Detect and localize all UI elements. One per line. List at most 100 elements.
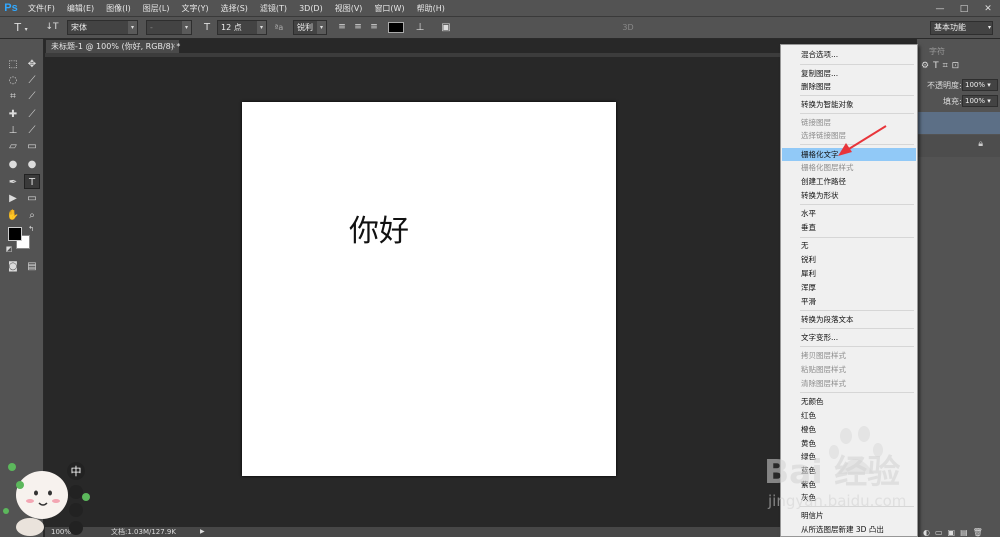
status-menu-arrow-icon[interactable]: ▶ xyxy=(200,527,205,537)
rectangle-tool-icon[interactable]: ▭ xyxy=(24,191,40,206)
menu-item-color-yellow[interactable]: 黄色 xyxy=(782,437,916,450)
marquee-tool-icon[interactable]: ⬚ xyxy=(5,57,21,72)
menu-item-warp-text[interactable]: 文字变形... xyxy=(782,331,916,344)
menu-view[interactable]: 视图(V) xyxy=(329,3,369,14)
eraser-tool-icon[interactable]: ▱ xyxy=(5,139,21,154)
menu-item-convert-paragraph-text[interactable]: 转换为段落文本 xyxy=(782,313,916,326)
brush-tool-icon[interactable]: ⟋ xyxy=(24,107,40,122)
menu-filter[interactable]: 滤镜(T) xyxy=(254,3,293,14)
type-tool-preset-icon[interactable]: T ▾ xyxy=(8,20,34,35)
quick-mask-icon[interactable]: ◙ xyxy=(5,259,21,274)
hand-tool-icon[interactable]: ✋ xyxy=(5,208,21,223)
layer-row-text[interactable] xyxy=(917,112,1000,134)
align-right-icon[interactable]: ≡ xyxy=(367,20,381,35)
dodge-tool-icon[interactable]: ● xyxy=(24,157,40,172)
quick-select-tool-icon[interactable]: ⟋ xyxy=(24,73,40,88)
menu-item-convert-to-shape[interactable]: 转换为形状 xyxy=(782,189,916,202)
menu-item-aa-sharp[interactable]: 锐利 xyxy=(782,253,916,266)
menu-item-color-gray[interactable]: 灰色 xyxy=(782,491,916,504)
layer-actions-icons[interactable]: ◐▭▣▤🗑︎ xyxy=(923,528,988,537)
pen-tool-icon[interactable]: ✒ xyxy=(5,175,21,190)
menu-item-vertical[interactable]: 垂直 xyxy=(782,221,916,234)
maximize-button[interactable]: □ xyxy=(952,0,976,17)
canvas-text-layer[interactable]: 你好 xyxy=(349,206,409,250)
document-tab[interactable]: 未标题-1 @ 100% (你好, RGB/8) * × xyxy=(45,39,180,53)
menu-item-new-3d-extrusion[interactable]: 从所选图层新建 3D 凸出 xyxy=(782,523,916,536)
close-window-button[interactable]: ✕ xyxy=(976,0,1000,17)
menu-separator xyxy=(800,237,914,238)
menu-item-aa-none[interactable]: 无 xyxy=(782,239,916,252)
crop-tool-icon[interactable]: ⌗ xyxy=(5,89,21,104)
font-style-value: - xyxy=(150,23,153,32)
fill-value: 100% xyxy=(965,97,986,105)
menu-separator xyxy=(800,113,914,114)
status-bar: 100% 文档:1.03M/127.9K ▶ xyxy=(45,527,780,537)
spot-healing-tool-icon[interactable]: ✚ xyxy=(5,107,21,122)
menu-edit[interactable]: 编辑(E) xyxy=(61,3,100,14)
font-size-select[interactable]: 12 点 ▾ xyxy=(217,20,267,35)
lasso-tool-icon[interactable]: ◌ xyxy=(5,73,21,88)
menu-item-postcard[interactable]: 明信片 xyxy=(782,509,916,522)
menu-select[interactable]: 选择(S) xyxy=(215,3,254,14)
character-panel-icon[interactable]: ▣ xyxy=(438,20,454,35)
swap-colors-icon[interactable]: ↰ xyxy=(26,222,36,237)
menu-help[interactable]: 帮助(H) xyxy=(411,3,451,14)
menu-file[interactable]: 文件(F) xyxy=(22,3,61,14)
document-tab-title: 未标题-1 @ 100% (你好, RGB/8) * xyxy=(51,42,181,51)
foreground-color-swatch[interactable] xyxy=(8,227,22,241)
layer-row-background[interactable]: 🔒︎ xyxy=(917,135,1000,157)
workspace-select[interactable]: 基本功能 ▾ xyxy=(930,21,993,35)
history-brush-tool-icon[interactable]: ⟋ xyxy=(24,123,40,138)
document-canvas[interactable]: 你好 xyxy=(242,102,616,476)
opacity-input[interactable]: 100% ▾ xyxy=(962,79,998,91)
screen-mode-icon[interactable]: ▤ xyxy=(24,259,40,274)
menu-item-color-green[interactable]: 绿色 xyxy=(782,450,916,463)
menu-item-duplicate-layer[interactable]: 复制图层... xyxy=(782,67,916,80)
menu-3d[interactable]: 3D(D) xyxy=(293,4,329,13)
opacity-value: 100% xyxy=(965,81,986,89)
close-tab-icon[interactable]: × xyxy=(170,40,176,53)
menu-item-aa-smooth[interactable]: 平滑 xyxy=(782,295,916,308)
menu-image[interactable]: 图像(I) xyxy=(100,3,137,14)
menu-item-delete-layer[interactable]: 删除图层 xyxy=(782,80,916,93)
menu-item-convert-smart-object[interactable]: 转换为智能对象 xyxy=(782,98,916,111)
toggle-text-orientation-icon[interactable]: ↓T xyxy=(44,20,60,35)
antialias-select[interactable]: 锐利 ▾ xyxy=(293,20,327,35)
menu-window[interactable]: 窗口(W) xyxy=(368,3,410,14)
menu-item-horizontal[interactable]: 水平 xyxy=(782,207,916,220)
clone-stamp-tool-icon[interactable]: ⊥ xyxy=(5,123,21,138)
path-select-tool-icon[interactable]: ▶ xyxy=(5,191,21,206)
menu-item-color-red[interactable]: 红色 xyxy=(782,409,916,422)
gradient-tool-icon[interactable]: ▭ xyxy=(24,139,40,154)
menu-item-color-blue[interactable]: 蓝色 xyxy=(782,464,916,477)
eyedropper-tool-icon[interactable]: ⟋ xyxy=(24,89,40,104)
menu-item-aa-crisp[interactable]: 犀利 xyxy=(782,267,916,280)
menu-type[interactable]: 文字(Y) xyxy=(175,3,214,14)
layer-filter-icons[interactable]: ⚙T⌗⊡ xyxy=(921,61,963,71)
3d-mode-label[interactable]: 3D xyxy=(618,20,638,35)
zoom-tool-icon[interactable]: ⌕ xyxy=(24,208,40,223)
font-style-select[interactable]: - ▾ xyxy=(146,20,192,35)
menu-item-aa-strong[interactable]: 浑厚 xyxy=(782,281,916,294)
blur-tool-icon[interactable]: ● xyxy=(5,157,21,172)
align-left-icon[interactable]: ≡ xyxy=(335,20,349,35)
move-tool-icon[interactable]: ✥ xyxy=(24,57,40,72)
font-family-select[interactable]: 宋体 ▾ xyxy=(67,20,138,35)
menu-item-color-none[interactable]: 无颜色 xyxy=(782,395,916,408)
menu-item-color-orange[interactable]: 橙色 xyxy=(782,423,916,436)
menu-item-color-violet[interactable]: 紫色 xyxy=(782,478,916,491)
menu-layer[interactable]: 图层(L) xyxy=(137,3,176,14)
panel-tab-character[interactable]: 字符 xyxy=(929,46,945,57)
menu-item-create-work-path[interactable]: 创建工作路径 xyxy=(782,175,916,188)
default-colors-icon[interactable]: ◩ xyxy=(4,242,14,257)
text-color-swatch[interactable] xyxy=(388,22,404,33)
fill-input[interactable]: 100% ▾ xyxy=(962,95,998,107)
menu-item-blending-options[interactable]: 混合选项... xyxy=(782,48,916,61)
workspace-value: 基本功能 xyxy=(934,23,966,32)
minimize-button[interactable]: — xyxy=(928,0,952,17)
type-tool-icon[interactable]: T xyxy=(24,174,40,189)
align-center-icon[interactable]: ≡ xyxy=(351,20,365,35)
tab-strip xyxy=(45,53,780,57)
menu-item-paste-layer-style: 粘贴图层样式 xyxy=(801,365,846,374)
warp-text-icon[interactable]: ⊥ xyxy=(413,20,427,35)
